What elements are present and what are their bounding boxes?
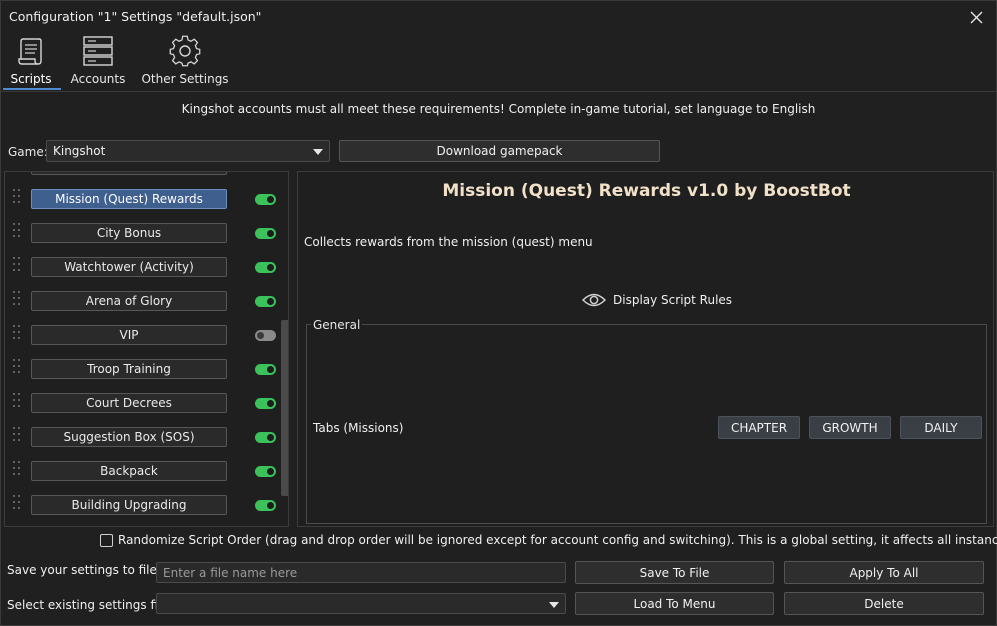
script-list-item[interactable]: Court Decrees [5, 387, 276, 421]
script-enable-toggle[interactable] [255, 262, 276, 273]
drag-handle-icon[interactable] [13, 223, 21, 239]
tab-other-settings[interactable]: Other Settings [141, 33, 229, 91]
growth-tab-button[interactable]: GROWTH [809, 416, 891, 439]
tab-bar: Scripts Accounts Other Settings [1, 33, 996, 91]
script-enable-toggle[interactable] [255, 228, 276, 239]
general-group: General Tabs (Missions) CHAPTER GROWTH D… [306, 318, 987, 524]
script-name-button[interactable]: Arena of Glory [31, 291, 227, 311]
tabs-missions-label: Tabs (Missions) [313, 421, 404, 435]
script-name-button[interactable]: Backpack [31, 461, 227, 481]
settings-file-select[interactable] [156, 593, 566, 614]
tab-scripts-label: Scripts [10, 72, 52, 86]
daily-tab-button[interactable]: DAILY [900, 416, 982, 439]
eye-icon [582, 293, 606, 307]
script-enable-toggle[interactable] [255, 296, 276, 307]
drag-handle-icon[interactable] [13, 495, 21, 511]
display-script-rules-label: Display Script Rules [613, 293, 733, 307]
save-settings-label: Save your settings to file [7, 563, 157, 577]
close-icon [970, 11, 982, 23]
randomize-order-label: Randomize Script Order (drag and drop or… [118, 533, 997, 547]
script-enable-toggle[interactable] [255, 330, 276, 341]
script-enable-toggle[interactable] [255, 500, 276, 511]
script-enable-toggle[interactable] [255, 432, 276, 443]
script-list-scroll-thumb[interactable] [281, 320, 288, 496]
script-name-button[interactable]: Watchtower (Activity) [31, 257, 227, 277]
drag-handle-icon[interactable] [13, 189, 21, 205]
window-title: Configuration "1" Settings "default.json… [9, 9, 262, 24]
drag-handle-icon[interactable] [13, 461, 21, 477]
script-title: Mission (Quest) Rewards v1.0 by BoostBot [442, 181, 851, 201]
script-list-item[interactable]: VIP [5, 319, 276, 353]
settings-window: Configuration "1" Settings "default.json… [0, 0, 997, 626]
drag-handle-icon[interactable] [13, 291, 21, 307]
script-list-item[interactable]: City Bonus [5, 217, 276, 251]
script-enable-toggle[interactable] [255, 466, 276, 477]
script-name-button[interactable]: City Bonus [31, 223, 227, 243]
script-description: Collects rewards from the mission (quest… [304, 235, 593, 249]
select-settings-label: Select existing settings file [7, 598, 169, 612]
list-item-partial [31, 172, 227, 175]
close-button[interactable] [964, 5, 988, 29]
chapter-tab-button[interactable]: CHAPTER [718, 416, 800, 439]
tab-scripts[interactable]: Scripts [10, 33, 52, 91]
script-list-item[interactable]: Building Upgrading [5, 489, 276, 523]
script-name-button[interactable]: Troop Training [31, 359, 227, 379]
script-list[interactable]: Mission (Quest) Rewards City Bonus Watchto… [4, 171, 289, 527]
tab-other-settings-label: Other Settings [141, 72, 229, 86]
drag-handle-icon[interactable] [13, 325, 21, 341]
drag-handle-icon[interactable] [13, 393, 21, 409]
randomize-order-row: Randomize Script Order (drag and drop or… [100, 532, 997, 548]
script-name-button[interactable]: VIP [31, 325, 227, 345]
display-script-rules-button[interactable]: Display Script Rules [582, 289, 732, 311]
save-to-file-button[interactable]: Save To File [575, 561, 774, 584]
download-gamepack-button[interactable]: Download gamepack [339, 140, 660, 162]
chevron-down-icon [313, 149, 323, 155]
requirements-notice: Kingshot accounts must all meet these re… [181, 102, 816, 116]
drag-handle-icon[interactable] [13, 257, 21, 273]
server-rack-icon [83, 36, 113, 66]
load-to-menu-button[interactable]: Load To Menu [575, 592, 774, 615]
script-name-button[interactable]: Suggestion Box (SOS) [31, 427, 227, 447]
game-select[interactable]: Kingshot [46, 140, 330, 162]
tabs-divider [1, 91, 996, 92]
script-list-item[interactable]: Arena of Glory [5, 285, 276, 319]
script-name-button[interactable]: Mission (Quest) Rewards [31, 189, 227, 209]
delete-button[interactable]: Delete [784, 592, 984, 615]
script-list-item[interactable]: Mission (Quest) Rewards [5, 183, 276, 217]
file-name-input[interactable] [156, 562, 566, 583]
game-selected-value: Kingshot [53, 144, 106, 158]
script-enable-toggle[interactable] [255, 364, 276, 375]
script-enable-toggle[interactable] [255, 194, 276, 205]
script-list-item[interactable]: Troop Training [5, 353, 276, 387]
apply-to-all-button[interactable]: Apply To All [784, 561, 984, 584]
chevron-down-icon [549, 602, 559, 608]
randomize-order-checkbox[interactable] [100, 533, 113, 547]
script-list-item[interactable]: Suggestion Box (SOS) [5, 421, 276, 455]
title-bar: Configuration "1" Settings "default.json… [1, 1, 996, 33]
script-list-item[interactable]: Watchtower (Activity) [5, 251, 276, 285]
script-list-item[interactable]: Backpack [5, 455, 276, 489]
general-legend: General [311, 318, 363, 332]
tab-accounts-label: Accounts [70, 72, 126, 86]
gear-icon [169, 35, 201, 67]
tab-accounts[interactable]: Accounts [70, 33, 126, 91]
game-label: Game: [8, 145, 48, 159]
script-name-button[interactable]: Court Decrees [31, 393, 227, 413]
script-enable-toggle[interactable] [255, 398, 276, 409]
drag-handle-icon[interactable] [13, 427, 21, 443]
active-tab-indicator [3, 88, 61, 90]
scroll-icon [18, 38, 42, 65]
script-name-button[interactable]: Building Upgrading [31, 495, 227, 515]
drag-handle-icon[interactable] [13, 359, 21, 375]
script-details-panel: Mission (Quest) Rewards v1.0 by BoostBot… [297, 171, 994, 527]
